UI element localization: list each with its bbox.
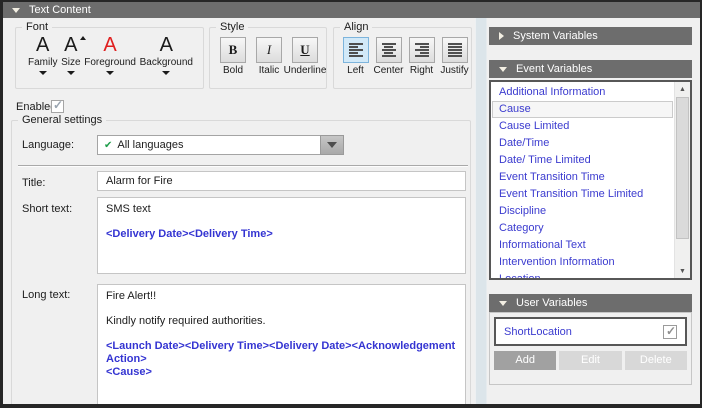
italic-icon: I bbox=[267, 42, 271, 58]
style-group-legend: Style bbox=[216, 21, 248, 33]
dropdown-caret-icon bbox=[106, 71, 114, 75]
align-group-legend: Align bbox=[340, 21, 372, 33]
font-background-button[interactable]: A Background bbox=[140, 35, 193, 75]
dropdown-caret-icon bbox=[67, 71, 75, 75]
title-value: Alarm for Fire bbox=[106, 175, 173, 187]
list-item-selected[interactable]: Cause bbox=[492, 101, 673, 118]
list-item[interactable]: Location bbox=[492, 271, 673, 280]
collapse-arrow-icon bbox=[499, 301, 507, 306]
title-label: Title: bbox=[22, 177, 45, 189]
title-input[interactable]: Alarm for Fire bbox=[97, 171, 466, 191]
style-group: Style B Bold I Italic U Underline bbox=[209, 27, 327, 89]
language-combobox[interactable]: All languages bbox=[97, 135, 344, 155]
dropdown-caret-icon bbox=[39, 71, 47, 75]
dropdown-arrow-icon bbox=[327, 142, 337, 148]
font-group: Font A Family A Size A Foreground A Back… bbox=[15, 27, 204, 89]
background-color-icon: A bbox=[160, 35, 173, 56]
language-label: Language: bbox=[22, 139, 74, 151]
align-center-button[interactable] bbox=[376, 37, 402, 63]
align-center-icon bbox=[382, 43, 396, 57]
enabled-checkbox[interactable] bbox=[51, 100, 64, 113]
user-variables-panel: ShortLocation Add Edit Delete bbox=[489, 312, 692, 385]
bold-button[interactable]: B bbox=[220, 37, 246, 63]
align-group: Align Left Center Right bbox=[333, 27, 472, 89]
scroll-up-icon[interactable] bbox=[675, 82, 690, 96]
font-size-icon: A bbox=[64, 35, 77, 56]
list-item[interactable]: Date/Time bbox=[492, 135, 673, 152]
language-dropdown-button[interactable] bbox=[320, 135, 344, 155]
align-left-icon bbox=[349, 43, 363, 57]
align-justify-button[interactable] bbox=[442, 37, 468, 63]
system-variables-header[interactable]: System Variables bbox=[489, 27, 692, 45]
align-right-button[interactable] bbox=[409, 37, 435, 63]
event-variables-header[interactable]: Event Variables bbox=[489, 60, 692, 78]
general-settings-group: General settings Language: All languages… bbox=[11, 120, 471, 408]
delete-button[interactable]: Delete bbox=[625, 351, 687, 370]
list-item[interactable]: Informational Text bbox=[492, 237, 673, 254]
scrollbar-thumb[interactable] bbox=[676, 97, 689, 239]
short-text-tokens: <Delivery Date><Delivery Time> bbox=[106, 228, 457, 241]
short-text-area[interactable]: SMS text <Delivery Date><Delivery Time> bbox=[97, 197, 466, 274]
font-family-icon: A bbox=[36, 35, 49, 56]
language-value: All languages bbox=[117, 139, 183, 151]
font-family-button[interactable]: A Family bbox=[28, 35, 57, 75]
font-size-button[interactable]: A Size bbox=[61, 35, 80, 75]
collapse-arrow-icon bbox=[12, 8, 20, 13]
language-check-icon bbox=[104, 139, 112, 151]
size-up-arrow-icon bbox=[80, 36, 86, 40]
foreground-color-icon: A bbox=[103, 35, 116, 56]
user-variable-checkbox[interactable] bbox=[663, 325, 677, 339]
event-variables-list: Additional Information Cause Cause Limit… bbox=[489, 80, 692, 280]
user-variable-row[interactable]: ShortLocation bbox=[494, 317, 687, 346]
user-variables-header[interactable]: User Variables bbox=[489, 294, 692, 312]
short-text-plain: SMS text bbox=[106, 203, 457, 216]
underline-button[interactable]: U bbox=[292, 37, 318, 63]
long-text-line1: Fire Alert!! bbox=[106, 290, 457, 303]
list-item[interactable]: Cause Limited bbox=[492, 118, 673, 135]
italic-button[interactable]: I bbox=[256, 37, 282, 63]
list-item[interactable]: Category bbox=[492, 220, 673, 237]
text-content-window: Text Content Font A Family A Size A Fore… bbox=[0, 0, 702, 408]
list-item[interactable]: Date/ Time Limited bbox=[492, 152, 673, 169]
edit-button[interactable]: Edit bbox=[559, 351, 621, 370]
list-item[interactable]: Discipline bbox=[492, 203, 673, 220]
long-text-line2: Kindly notify required authorities. bbox=[106, 315, 457, 328]
user-variable-name: ShortLocation bbox=[504, 326, 572, 338]
font-foreground-button[interactable]: A Foreground bbox=[84, 35, 136, 75]
section-title: Text Content bbox=[29, 4, 91, 16]
panel-divider-scrollbar[interactable] bbox=[475, 18, 487, 404]
list-item[interactable]: Event Transition Time bbox=[492, 169, 673, 186]
add-button[interactable]: Add bbox=[494, 351, 556, 370]
list-item[interactable]: Intervention Information bbox=[492, 254, 673, 271]
align-justify-icon bbox=[448, 43, 462, 57]
list-item[interactable]: Event Transition Time Limited bbox=[492, 186, 673, 203]
collapse-arrow-icon bbox=[499, 67, 507, 72]
expand-arrow-icon bbox=[499, 32, 504, 40]
section-header-text-content[interactable]: Text Content bbox=[3, 2, 700, 18]
dropdown-caret-icon bbox=[162, 71, 170, 75]
short-text-label: Short text: bbox=[22, 203, 72, 215]
align-right-icon bbox=[415, 43, 429, 57]
list-item[interactable]: Additional Information bbox=[492, 84, 673, 101]
align-left-button[interactable] bbox=[343, 37, 369, 63]
font-group-legend: Font bbox=[22, 21, 52, 33]
scroll-down-icon[interactable] bbox=[675, 264, 690, 278]
long-text-area[interactable]: Fire Alert!! Kindly notify required auth… bbox=[97, 284, 466, 408]
general-settings-legend: General settings bbox=[18, 114, 106, 126]
underline-icon: U bbox=[300, 42, 309, 58]
separator-line bbox=[18, 165, 468, 167]
bold-icon: B bbox=[229, 42, 238, 58]
long-text-label: Long text: bbox=[22, 289, 70, 301]
long-text-tokens: <Launch Date><Delivery Time><Delivery Da… bbox=[106, 340, 457, 379]
list-scrollbar[interactable] bbox=[674, 82, 690, 278]
